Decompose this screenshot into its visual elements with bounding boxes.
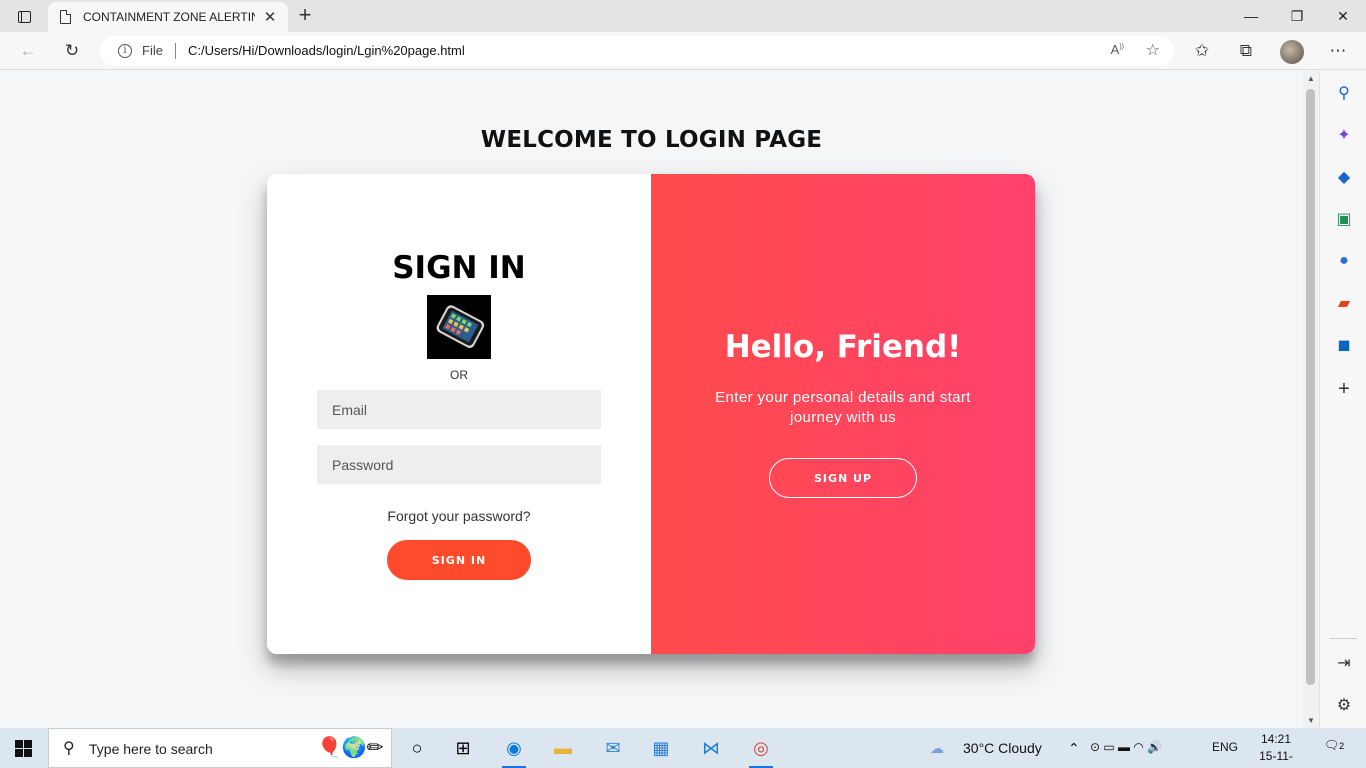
games-icon[interactable]: ● xyxy=(1334,251,1354,271)
login-card: SIGN IN OR Forgot your password xyxy=(267,174,1035,654)
back-arrow-icon[interactable]: ← xyxy=(13,37,43,65)
address-scheme: File xyxy=(142,43,163,58)
clock[interactable]: 14:21 15-11-2022 xyxy=(1248,731,1304,768)
task-view-icon[interactable]: ⊞ xyxy=(441,728,485,768)
hide-sidebar-icon[interactable]: ⇥ xyxy=(1334,653,1354,673)
minimize-button[interactable]: — xyxy=(1228,4,1274,28)
new-tab-button[interactable]: + xyxy=(293,4,317,28)
sign-in-title: SIGN IN xyxy=(392,250,526,286)
restore-button[interactable]: ❐ xyxy=(1274,4,1320,28)
edge-browser-icon[interactable]: ◉ xyxy=(492,728,536,768)
phone-image[interactable] xyxy=(427,295,491,359)
notification-count: 2 xyxy=(1339,741,1345,751)
collections-icon[interactable]: ⧉ xyxy=(1231,37,1261,65)
language-indicator[interactable]: ENG xyxy=(1212,740,1238,754)
windows-taskbar: ⚲ Type here to search 🎈🌍✏ ○ ⊞ ◉ ▬ ✉ ▦ ⋈ … xyxy=(0,728,1366,768)
page-icon xyxy=(60,10,71,24)
search-icon: ⚲ xyxy=(63,740,75,757)
browser-tab[interactable]: CONTAINMENT ZONE ALERTING ✕ xyxy=(48,2,288,32)
address-bar[interactable]: i File C:/Users/Hi/Downloads/login/Lgin%… xyxy=(100,36,1174,66)
scroll-up-icon[interactable]: ▲ xyxy=(1307,74,1315,83)
chrome-icon[interactable]: ◎ xyxy=(739,728,783,768)
edge-sidebar: ⚲ ✦ ◆ ▣ ● ▰ ◼ + ⇥ ⚙ xyxy=(1319,71,1366,728)
scroll-thumb[interactable] xyxy=(1306,89,1315,685)
weather-icon[interactable]: ☁ xyxy=(930,740,944,757)
more-menu-icon[interactable]: ⋯ xyxy=(1323,37,1353,65)
notification-center-icon[interactable]: 🗨2 xyxy=(1323,738,1345,758)
mail-icon[interactable]: ✉ xyxy=(591,728,635,768)
tab-strip: CONTAINMENT ZONE ALERTING ✕ + — ❐ ✕ xyxy=(0,0,1366,32)
sidebar-divider xyxy=(1330,638,1357,639)
tab-title: CONTAINMENT ZONE ALERTING xyxy=(83,10,255,24)
add-favorite-icon[interactable]: ☆ xyxy=(1146,40,1160,60)
windows-start-icon[interactable] xyxy=(15,740,32,757)
file-explorer-icon[interactable]: ▬ xyxy=(541,728,585,768)
overlay-title: Hello, Friend! xyxy=(724,329,962,365)
overlay-panel: Hello, Friend! Enter your personal detai… xyxy=(651,174,1035,654)
taskbar-search[interactable]: ⚲ Type here to search 🎈🌍✏ xyxy=(48,728,392,768)
page-viewport: WELCOME TO LOGIN PAGE SIGN IN OR Email F… xyxy=(0,71,1303,728)
settings-gear-icon[interactable]: ⚙ xyxy=(1334,695,1354,715)
scroll-down-icon[interactable]: ▼ xyxy=(1307,716,1315,725)
office-icon[interactable]: ▰ xyxy=(1334,293,1354,313)
weather-text[interactable]: 30°C Cloudy xyxy=(963,740,1042,756)
clock-date: 15-11-2022 xyxy=(1259,749,1293,768)
overlay-text: Enter your personal details and start jo… xyxy=(715,389,971,426)
tools-icon[interactable]: ▣ xyxy=(1334,209,1354,229)
sign-up-button[interactable]: SIGN UP xyxy=(769,458,917,498)
sign-in-panel: SIGN IN OR Forgot your password xyxy=(267,174,651,654)
tab-close-icon[interactable]: ✕ xyxy=(261,8,279,26)
page-title: WELCOME TO LOGIN PAGE xyxy=(480,127,823,153)
favorites-icon[interactable]: ✩ xyxy=(1187,37,1217,65)
search-icon[interactable]: ⚲ xyxy=(1334,83,1354,103)
outlook-icon[interactable]: ◼ xyxy=(1334,335,1354,355)
sign-in-button[interactable]: SIGN IN xyxy=(387,540,531,580)
show-hidden-icons[interactable]: ⌃ xyxy=(1068,740,1080,757)
add-sidebar-icon[interactable]: + xyxy=(1334,378,1354,400)
password-field[interactable] xyxy=(317,445,601,484)
read-aloud-icon[interactable]: A)) xyxy=(1111,42,1124,57)
forgot-password-link[interactable]: Forgot your password? xyxy=(267,508,651,524)
system-tray-icons[interactable]: ⊙ ▭ ▬ ◠ 🔊 xyxy=(1090,740,1162,754)
vscode-icon[interactable]: ⋈ xyxy=(689,728,733,768)
discover-icon[interactable]: ✦ xyxy=(1334,125,1354,145)
search-highlight-icon[interactable]: 🎈🌍✏ xyxy=(317,735,384,760)
refresh-icon[interactable]: ↻ xyxy=(57,37,87,65)
address-separator xyxy=(175,43,176,59)
vertical-scrollbar[interactable]: ▲ ▼ xyxy=(1303,71,1319,728)
email-field[interactable] xyxy=(317,390,601,429)
browser-toolbar: ← ↻ i File C:/Users/Hi/Downloads/login/L… xyxy=(0,32,1366,70)
info-icon[interactable]: i xyxy=(118,44,132,58)
cortana-icon[interactable]: ○ xyxy=(395,728,439,768)
clock-time: 14:21 xyxy=(1260,732,1292,746)
or-divider: OR xyxy=(450,368,468,382)
profile-avatar[interactable] xyxy=(1280,40,1304,64)
address-url[interactable]: C:/Users/Hi/Downloads/login/Lgin%20page.… xyxy=(188,43,465,58)
window-close-button[interactable]: ✕ xyxy=(1320,4,1366,28)
taskbar-search-placeholder: Type here to search xyxy=(89,741,213,757)
store-icon[interactable]: ▦ xyxy=(639,728,683,768)
tab-actions-icon[interactable] xyxy=(10,6,38,28)
shopping-icon[interactable]: ◆ xyxy=(1334,167,1354,187)
